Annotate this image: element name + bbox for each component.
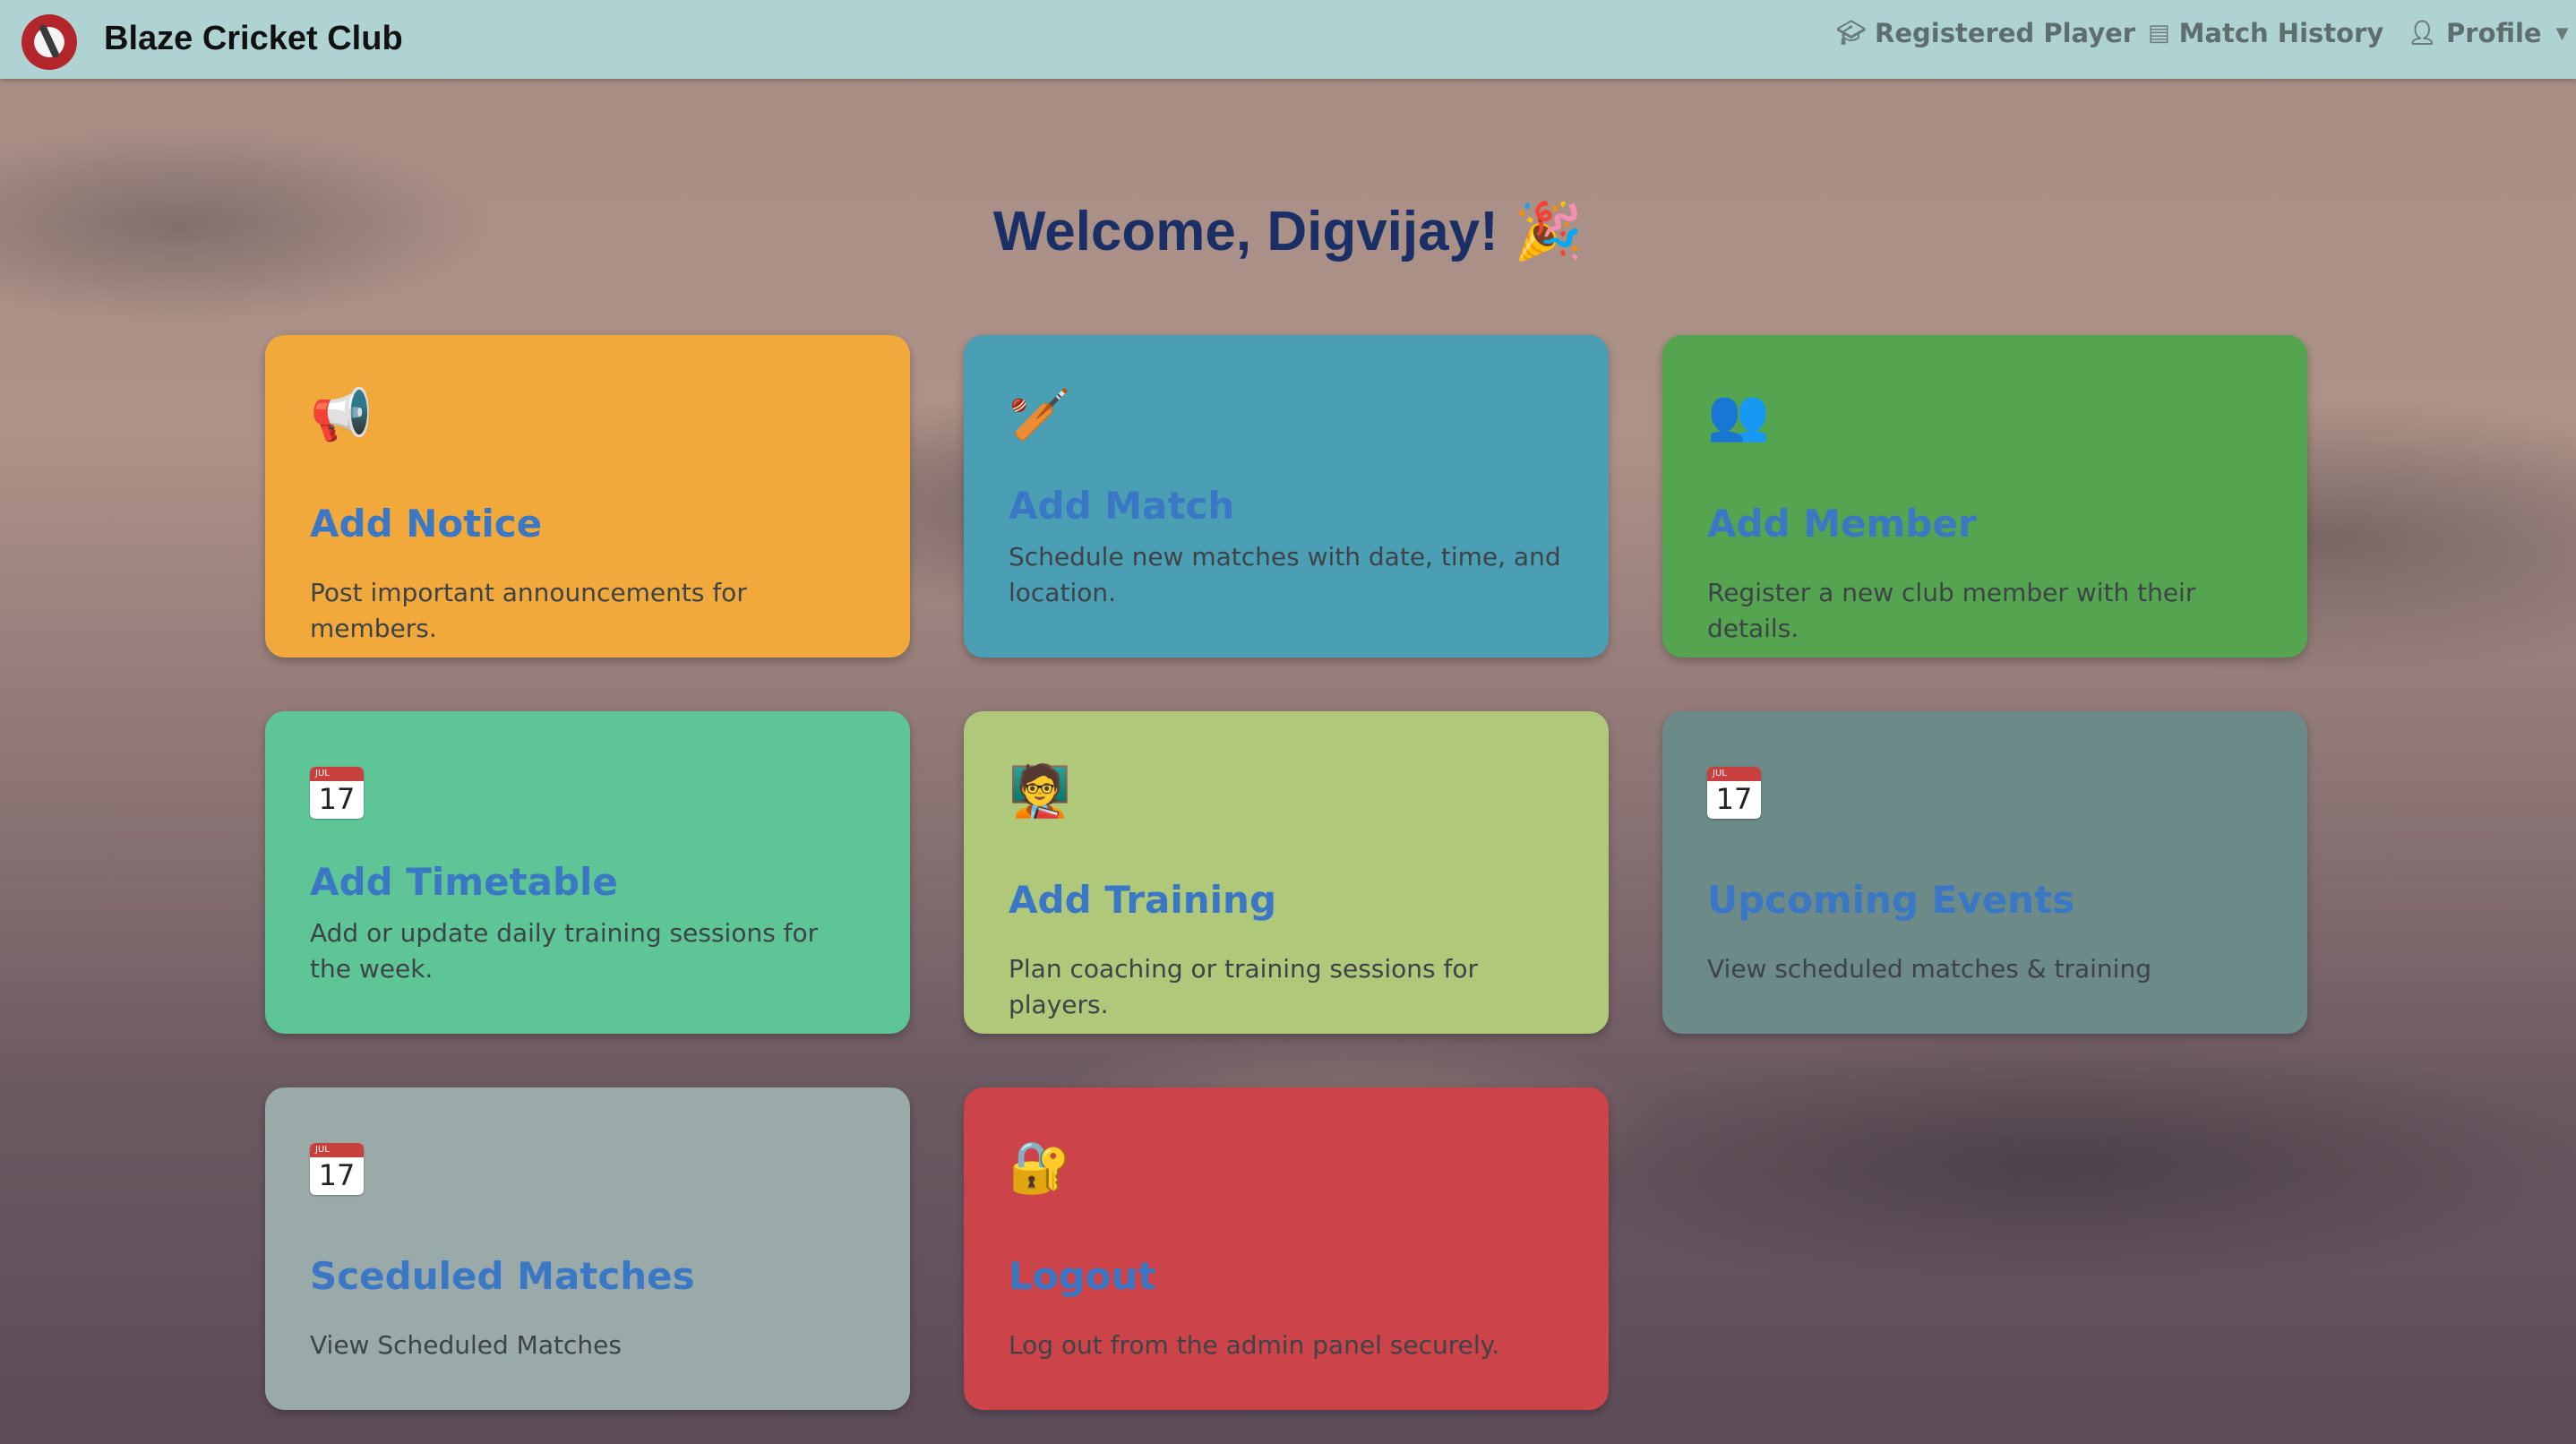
top-navbar: Blaze Cricket Club 🎓︎ Registered Player … bbox=[0, 0, 2576, 79]
nav-registered-player-label: Registered Player bbox=[1875, 18, 2136, 48]
card-description: View Scheduled Matches bbox=[310, 1330, 622, 1360]
calendar-day: 17 bbox=[318, 782, 356, 816]
nav-match-history-label: Match History bbox=[2178, 18, 2384, 48]
card-description: Plan coaching or training sessions for p… bbox=[1009, 954, 1479, 1019]
teacher-icon: 🧑‍🏫 bbox=[1009, 762, 1071, 821]
card-add-notice[interactable]: 📢 Add Notice Post important announcement… bbox=[265, 335, 910, 658]
card-title: Add Timetable bbox=[310, 860, 618, 904]
club-logo[interactable] bbox=[21, 14, 77, 70]
graduation-cap-icon: 🎓︎ bbox=[1836, 20, 1867, 47]
calendar-icon: JUL 17 bbox=[310, 1143, 364, 1195]
card-add-match[interactable]: 🏏 Add Match Schedule new matches with da… bbox=[964, 335, 1609, 658]
card-description: Schedule new matches with date, time, an… bbox=[1009, 542, 1561, 607]
card-add-training[interactable]: 🧑‍🏫 Add Training Plan coaching or traini… bbox=[964, 711, 1609, 1034]
brand-title[interactable]: Blaze Cricket Club bbox=[104, 20, 403, 58]
card-upcoming-events[interactable]: JUL 17 Upcoming Events View scheduled ma… bbox=[1662, 711, 2307, 1034]
card-add-member[interactable]: 👥 Add Member Register a new club member … bbox=[1662, 335, 2307, 658]
calendar-month: JUL bbox=[310, 1143, 364, 1157]
user-icon: 👤︎ bbox=[2408, 20, 2438, 47]
card-description: Add or update daily training sessions fo… bbox=[310, 918, 819, 984]
nav-registered-player[interactable]: 🎓︎ Registered Player bbox=[1836, 18, 2135, 48]
caret-down-icon: ▼ bbox=[2555, 23, 2569, 43]
card-title: Add Notice bbox=[310, 502, 543, 546]
card-description: Log out from the admin panel securely. bbox=[1009, 1330, 1500, 1360]
card-logout[interactable]: 🔐 Logout Log out from the admin panel se… bbox=[964, 1087, 1609, 1410]
card-title: Upcoming Events bbox=[1707, 878, 2075, 922]
card-description: View scheduled matches & training bbox=[1707, 954, 2151, 984]
calendar-day: 17 bbox=[1715, 782, 1753, 816]
megaphone-icon: 📢 bbox=[310, 386, 373, 444]
calendar-icon: JUL 17 bbox=[310, 767, 364, 819]
nav-match-history[interactable]: ▤ Match History bbox=[2148, 18, 2383, 48]
card-title: Sceduled Matches bbox=[310, 1254, 695, 1298]
nav-profile-label: Profile bbox=[2446, 18, 2542, 48]
calendar-icon: JUL 17 bbox=[1707, 767, 1761, 819]
card-description: Register a new club member with their de… bbox=[1707, 578, 2196, 643]
welcome-heading: Welcome, Digvijay! 🎉 bbox=[992, 201, 1584, 262]
card-add-timetable[interactable]: JUL 17 Add Timetable Add or update daily… bbox=[265, 711, 910, 1034]
cricket-bat-icon: 🏏 bbox=[1009, 386, 1071, 444]
calendar-month: JUL bbox=[310, 767, 364, 781]
card-title: Add Training bbox=[1009, 878, 1277, 922]
users-icon: 👥 bbox=[1707, 386, 1770, 444]
card-title: Add Member bbox=[1707, 502, 1977, 546]
card-title: Add Match bbox=[1009, 484, 1235, 528]
nav-profile-dropdown[interactable]: 👤︎ Profile ▼ bbox=[2408, 18, 2568, 48]
lock-key-icon: 🔐 bbox=[1009, 1139, 1071, 1197]
calendar-month: JUL bbox=[1707, 767, 1761, 781]
card-title: Logout bbox=[1009, 1254, 1156, 1298]
card-description: Post important announcements for members… bbox=[310, 578, 747, 643]
calendar-day: 17 bbox=[318, 1158, 356, 1192]
list-icon: ▤ bbox=[2148, 20, 2170, 47]
card-scheduled-matches[interactable]: JUL 17 Sceduled Matches View Scheduled M… bbox=[265, 1087, 910, 1410]
